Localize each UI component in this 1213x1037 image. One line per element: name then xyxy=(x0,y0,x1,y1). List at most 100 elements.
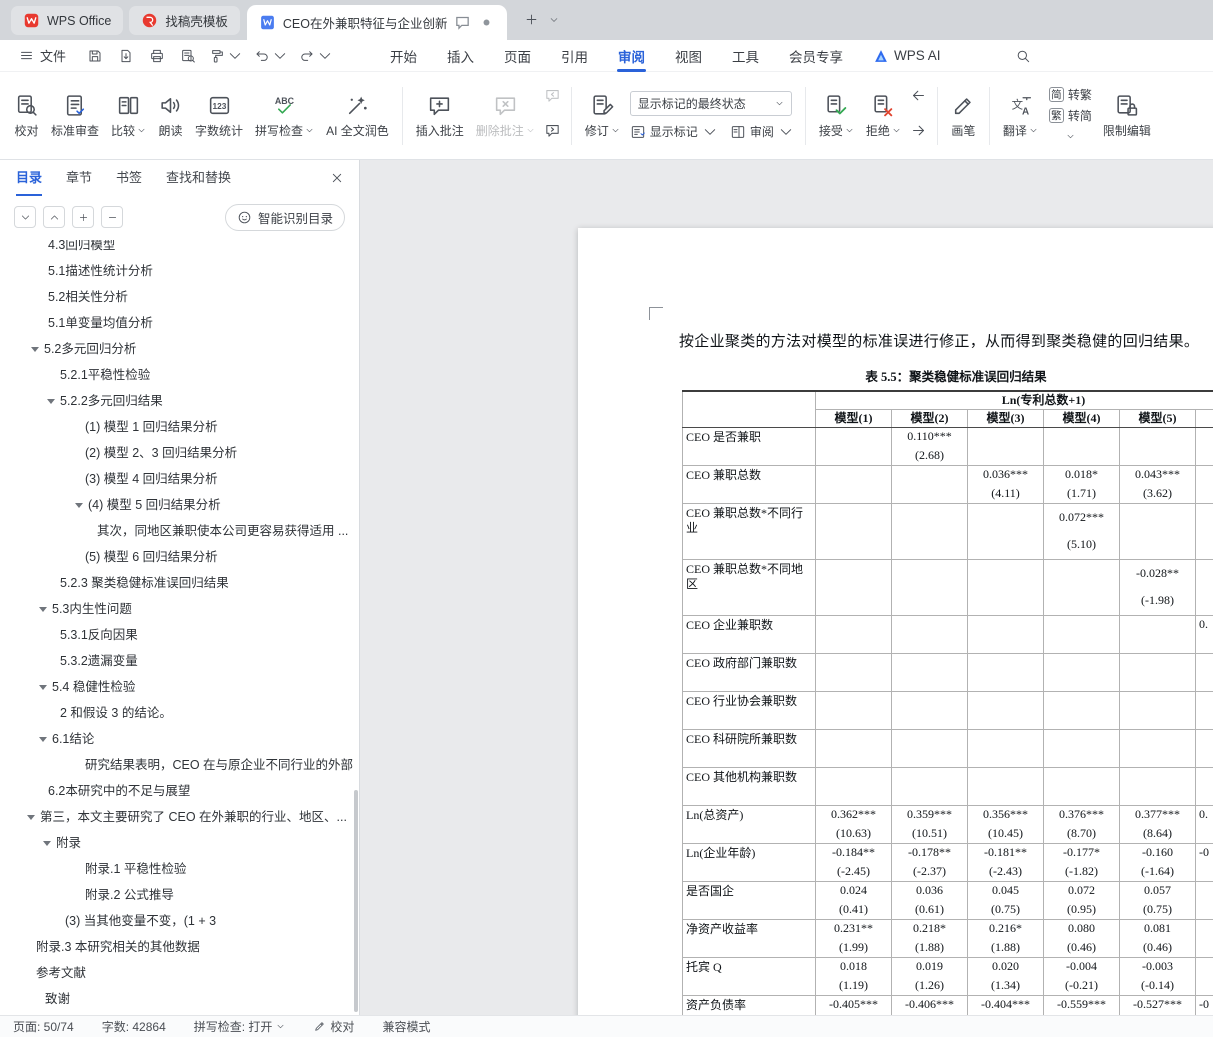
to-traditional-button[interactable]: 简转繁 xyxy=(1048,86,1092,103)
new-tab-button[interactable] xyxy=(519,7,544,32)
toc-item[interactable]: 5.3.1反向因果 xyxy=(0,622,353,648)
menu-reference[interactable]: 引用 xyxy=(546,40,603,72)
proofread-button[interactable]: 校对 xyxy=(8,88,45,144)
menu-member[interactable]: 会员专享 xyxy=(774,40,858,72)
menu-review[interactable]: 审阅 xyxy=(603,40,660,72)
expand-triangle-icon[interactable] xyxy=(75,503,83,508)
next-change-button[interactable] xyxy=(910,122,927,144)
compare-button[interactable]: 比较 xyxy=(105,88,152,144)
expand-triangle-icon[interactable] xyxy=(43,841,51,846)
insert-comment-button[interactable]: 插入批注 xyxy=(410,88,470,144)
ink-pen-button[interactable]: 画笔 xyxy=(945,88,982,144)
smart-toc-button[interactable]: 智能识别目录 xyxy=(224,203,345,231)
file-menu-button[interactable]: 文件 xyxy=(12,42,73,69)
toc-item[interactable]: 5.2.1平稳性检验 xyxy=(0,362,353,388)
expand-level-button[interactable] xyxy=(72,206,94,228)
toc-item[interactable]: 附录.3 本研究相关的其他数据 xyxy=(0,934,353,960)
toc-item[interactable]: 5.3.2遗漏变量 xyxy=(0,648,353,674)
toc-item[interactable]: 5.2相关性分析 xyxy=(0,284,353,310)
expand-triangle-icon[interactable] xyxy=(39,737,47,742)
translate-button[interactable]: 文 A 翻译 xyxy=(997,88,1044,144)
markup-state-combobox[interactable]: 显示标记的最终状态 xyxy=(629,91,792,116)
format-painter-button[interactable] xyxy=(207,44,245,68)
toc-item[interactable]: 5.2多元回归分析 xyxy=(0,336,353,362)
read-aloud-button[interactable]: 朗读 xyxy=(152,88,189,144)
spellcheck-status[interactable]: 拼写检查: 打开 xyxy=(194,1018,286,1035)
toc-item[interactable]: 致谢 xyxy=(0,986,353,1012)
expand-triangle-icon[interactable] xyxy=(31,347,39,352)
page-indicator[interactable]: 页面: 50/74 xyxy=(13,1018,74,1035)
menu-tools[interactable]: 工具 xyxy=(717,40,774,72)
sidebar-tab-chapter[interactable]: 章节 xyxy=(66,160,92,196)
toc-item[interactable]: (5) 模型 6 回归结果分析 xyxy=(0,544,353,570)
window-tab-wps-home[interactable]: WPS Office xyxy=(11,6,124,35)
word-count-indicator[interactable]: 字数: 42864 xyxy=(102,1018,166,1035)
next-comment-button[interactable] xyxy=(544,122,561,144)
window-tab-current-document[interactable]: CEO在外兼职特征与企业创新 xyxy=(246,5,508,40)
accept-button[interactable]: 接受 xyxy=(813,88,860,144)
menu-insert[interactable]: 插入 xyxy=(432,40,489,72)
sidebar-tab-toc[interactable]: 目录 xyxy=(16,160,43,196)
menu-page[interactable]: 页面 xyxy=(489,40,546,72)
toc-item[interactable]: 5.2.3 聚类稳健标准误回归结果 xyxy=(0,570,353,596)
expand-triangle-icon[interactable] xyxy=(27,815,35,820)
toc-item[interactable]: 5.4 稳健性检验 xyxy=(0,674,353,700)
sidebar-close-button[interactable] xyxy=(329,170,345,186)
toc-item[interactable]: 2 和假设 3 的结论。 xyxy=(0,700,353,726)
toc-item[interactable]: 5.2.2多元回归结果 xyxy=(0,388,353,414)
search-button[interactable] xyxy=(1010,43,1036,69)
print-button[interactable] xyxy=(145,44,169,68)
review-pane-button[interactable]: 审阅 xyxy=(730,123,794,140)
expand-all-button[interactable] xyxy=(43,206,65,228)
toc-item[interactable]: (2) 模型 2、3 回归结果分析 xyxy=(0,440,353,466)
collapse-all-button[interactable] xyxy=(14,206,36,228)
toc-item[interactable]: 6.1结论 xyxy=(0,726,353,752)
convert-more-button[interactable] xyxy=(1066,128,1075,146)
window-tab-docer-template[interactable]: 找稿壳模板 xyxy=(129,6,240,35)
word-count-button[interactable]: 123 字数统计 xyxy=(189,88,249,144)
toc-item[interactable]: (4) 模型 5 回归结果分析 xyxy=(0,492,353,518)
sidebar-tab-bookmark[interactable]: 书签 xyxy=(116,160,142,196)
show-markup-button[interactable]: 显示标记 xyxy=(630,123,718,140)
menu-wps-ai[interactable]: WPS AI xyxy=(858,40,956,72)
save-button[interactable] xyxy=(83,44,107,68)
toc-item[interactable]: 参考文献 xyxy=(0,960,353,986)
delete-comment-button[interactable]: 删除批注 xyxy=(470,88,541,144)
restrict-edit-button[interactable]: 限制编辑 xyxy=(1097,88,1157,144)
toc-item[interactable]: 4.3回归模型 xyxy=(0,240,353,258)
previous-change-button[interactable] xyxy=(910,87,927,109)
export-button[interactable] xyxy=(114,44,138,68)
toc-item[interactable]: 附录.1 平稳性检验 xyxy=(0,856,353,882)
toc-item[interactable]: 5.1单变量均值分析 xyxy=(0,310,353,336)
to-simplified-button[interactable]: 繁转简 xyxy=(1048,107,1092,124)
collapse-level-button[interactable] xyxy=(101,206,123,228)
print-preview-button[interactable] xyxy=(176,44,200,68)
redo-button[interactable] xyxy=(297,44,335,68)
toc-item[interactable]: (1) 模型 1 回归结果分析 xyxy=(0,414,353,440)
reject-button[interactable]: 拒绝 xyxy=(860,88,907,144)
toc-item[interactable]: 5.3内生性问题 xyxy=(0,596,353,622)
toc-item[interactable]: 附录 xyxy=(0,830,353,856)
ai-polish-button[interactable]: AI 全文润色 xyxy=(320,88,395,144)
sidebar-scrollbar-thumb[interactable] xyxy=(354,790,358,1012)
toc-item[interactable]: 研究结果表明，CEO 在与原企业不同行业的外部... xyxy=(0,752,353,778)
proofread-status[interactable]: 校对 xyxy=(313,1018,354,1035)
expand-triangle-icon[interactable] xyxy=(47,399,55,404)
previous-comment-button[interactable] xyxy=(544,87,561,109)
expand-triangle-icon[interactable] xyxy=(39,607,47,612)
sidebar-tab-find-replace[interactable]: 查找和替换 xyxy=(166,160,231,196)
menu-home[interactable]: 开始 xyxy=(375,40,432,72)
spell-check-button[interactable]: ABC 拼写检查 xyxy=(249,88,320,144)
toc-item[interactable]: (3) 当其他变量不变，(1 + 3 xyxy=(0,908,353,934)
toc-item[interactable]: 附录.2 公式推导 xyxy=(0,882,353,908)
toc-item[interactable]: 5.1描述性统计分析 xyxy=(0,258,353,284)
toc-item[interactable]: 其次，同地区兼职使本公司更容易获得适用 ... xyxy=(0,518,353,544)
toc-item[interactable]: (3) 模型 4 回归结果分析 xyxy=(0,466,353,492)
toc-item[interactable]: 6.2本研究中的不足与展望 xyxy=(0,778,353,804)
toc-item[interactable]: 第三，本文主要研究了 CEO 在外兼职的行业、地区、... xyxy=(0,804,353,830)
expand-triangle-icon[interactable] xyxy=(39,685,47,690)
menu-view[interactable]: 视图 xyxy=(660,40,717,72)
standard-review-button[interactable]: 标准审查 xyxy=(45,88,105,144)
track-changes-button[interactable]: 修订 xyxy=(579,88,626,144)
undo-button[interactable] xyxy=(252,44,290,68)
